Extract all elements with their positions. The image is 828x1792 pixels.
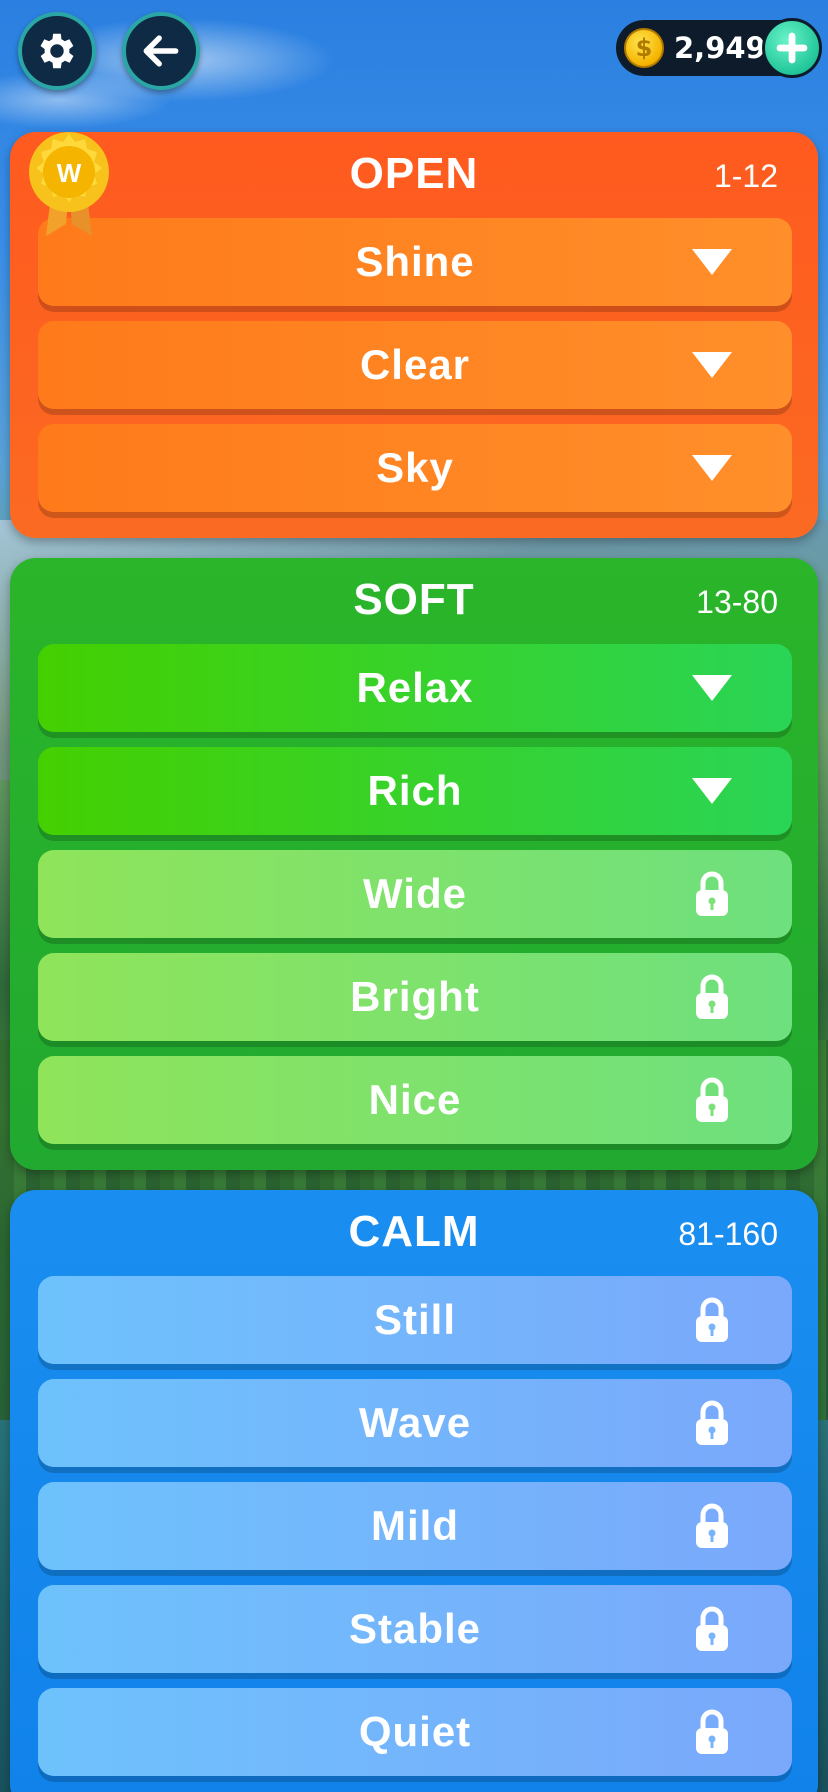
gear-icon bbox=[40, 33, 74, 69]
level-label: Still bbox=[373, 1296, 456, 1343]
triangle-down-icon bbox=[688, 238, 736, 286]
level-row[interactable]: Mild bbox=[38, 1482, 792, 1570]
level-label: Shine bbox=[355, 238, 475, 285]
plus-icon bbox=[776, 32, 808, 64]
level-row[interactable]: Clear bbox=[38, 321, 792, 409]
add-coins-button[interactable] bbox=[762, 18, 822, 78]
level-row[interactable]: Bright bbox=[38, 953, 792, 1041]
lock-icon bbox=[688, 870, 736, 918]
level-label: Rich bbox=[367, 767, 463, 814]
lock-icon bbox=[688, 1502, 736, 1550]
level-row[interactable]: Stable bbox=[38, 1585, 792, 1673]
level-row[interactable]: Still bbox=[38, 1276, 792, 1364]
level-label: Wave bbox=[358, 1399, 472, 1446]
triangle-down-icon bbox=[688, 664, 736, 712]
triangle-down-icon bbox=[688, 767, 736, 815]
lock-icon bbox=[688, 1605, 736, 1653]
level-row[interactable]: Relax bbox=[38, 644, 792, 732]
ribbon-medal-icon: W bbox=[26, 128, 112, 238]
back-button[interactable] bbox=[122, 12, 200, 90]
lock-icon bbox=[688, 973, 736, 1021]
pack-open: OPEN 1-12 Shine Clear Sky bbox=[10, 132, 818, 538]
lock-icon bbox=[688, 1708, 736, 1756]
level-label: Nice bbox=[368, 1076, 462, 1123]
triangle-down-icon bbox=[688, 444, 736, 492]
level-label: Clear bbox=[359, 341, 471, 388]
badge-letter: W bbox=[57, 158, 82, 188]
pack-title: OPEN bbox=[349, 149, 479, 198]
level-label: Mild bbox=[371, 1502, 459, 1549]
level-row[interactable]: Wave bbox=[38, 1379, 792, 1467]
level-label: Stable bbox=[348, 1605, 482, 1652]
level-row[interactable]: Quiet bbox=[38, 1688, 792, 1776]
level-row[interactable]: Wide bbox=[38, 850, 792, 938]
pack-calm: CALM 81-160 Still Wave Mild Stable Quiet bbox=[10, 1190, 818, 1792]
level-label: Quiet bbox=[358, 1708, 472, 1755]
lock-icon bbox=[688, 1076, 736, 1124]
arrow-left-icon bbox=[143, 35, 179, 67]
level-label: Sky bbox=[376, 444, 454, 491]
level-row[interactable]: Rich bbox=[38, 747, 792, 835]
settings-button[interactable] bbox=[18, 12, 96, 90]
coin-icon: $ bbox=[624, 28, 664, 68]
pack-soft: SOFT 13-80 Relax Rich Wide Bright Nice bbox=[10, 558, 818, 1170]
level-row[interactable]: Shine bbox=[38, 218, 792, 306]
level-row[interactable]: Sky bbox=[38, 424, 792, 512]
level-row[interactable]: Nice bbox=[38, 1056, 792, 1144]
lock-icon bbox=[688, 1399, 736, 1447]
triangle-down-icon bbox=[688, 341, 736, 389]
level-label: Wide bbox=[363, 870, 467, 917]
level-label: Relax bbox=[356, 664, 474, 711]
level-label: Bright bbox=[350, 973, 480, 1020]
lock-icon bbox=[688, 1296, 736, 1344]
coin-amount: 2,949 bbox=[674, 31, 766, 65]
pack-range: 13-80 bbox=[696, 584, 778, 620]
pack-range: 81-160 bbox=[678, 1216, 778, 1252]
pack-range: 1-12 bbox=[713, 158, 778, 194]
